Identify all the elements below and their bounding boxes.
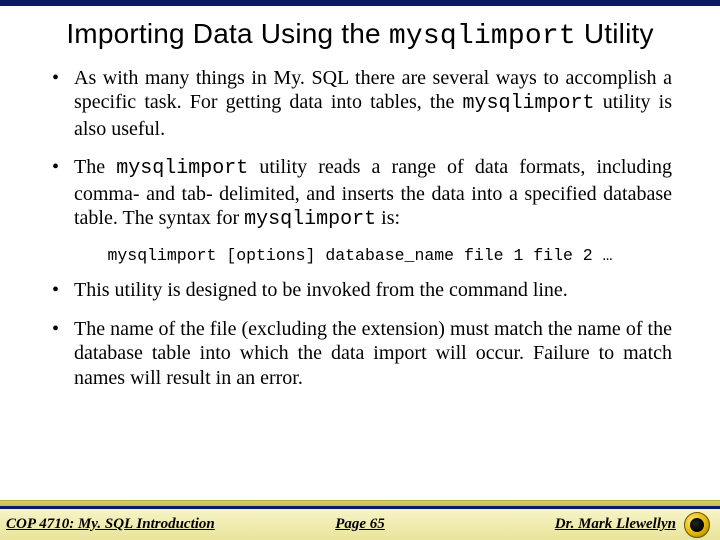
bullet-list: As with many things in My. SQL there are… xyxy=(48,66,672,232)
b2-mono2: mysqlimport xyxy=(244,208,376,231)
slide: Importing Data Using the mysqlimport Uti… xyxy=(0,0,720,540)
ucf-logo-icon xyxy=(684,512,710,538)
bullet-2: The mysqlimport utility reads a range of… xyxy=(48,155,672,232)
bullet-1: As with many things in My. SQL there are… xyxy=(48,66,672,141)
b2-post: is: xyxy=(376,207,400,229)
b2-mono1: mysqlimport xyxy=(116,157,248,180)
b1-mono: mysqlimport xyxy=(463,92,595,115)
title-post: Utility xyxy=(576,18,654,49)
footer-center: Page 65 xyxy=(335,516,385,533)
footer: COP 4710: My. SQL Introduction Page 65 D… xyxy=(0,506,720,540)
title-pre: Importing Data Using the xyxy=(66,18,389,49)
b2-pre: The xyxy=(74,156,116,178)
footer-right: Dr. Mark Llewellyn xyxy=(555,516,676,533)
bullet-3: This utility is designed to be invoked f… xyxy=(48,278,672,302)
syntax-line: mysqlimport [options] database_name file… xyxy=(48,246,672,266)
footer-left: COP 4710: My. SQL Introduction xyxy=(6,516,215,533)
bullet-list-2: This utility is designed to be invoked f… xyxy=(48,278,672,390)
title-mono: mysqlimport xyxy=(389,21,576,52)
bullet-4: The name of the file (excluding the exte… xyxy=(48,317,672,390)
slide-title: Importing Data Using the mysqlimport Uti… xyxy=(0,6,720,58)
slide-body: As with many things in My. SQL there are… xyxy=(0,58,720,540)
footer-right-wrap: Dr. Mark Llewellyn xyxy=(555,512,710,538)
